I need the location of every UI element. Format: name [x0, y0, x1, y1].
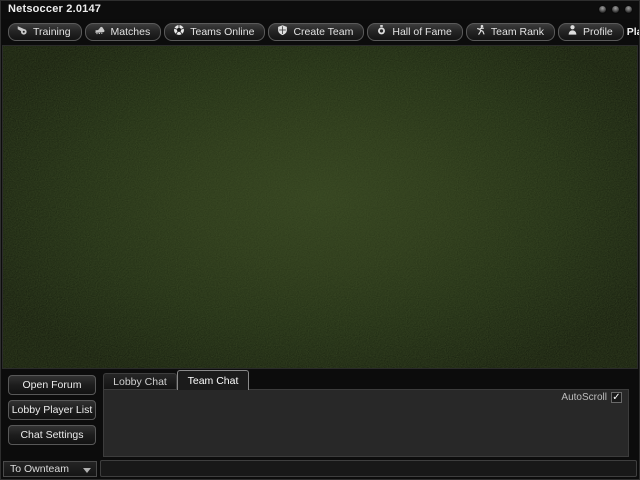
tab-lobby-chat[interactable]: Lobby Chat	[103, 373, 177, 389]
nav-label: Hall of Fame	[392, 26, 452, 38]
chat-message-list	[108, 404, 624, 452]
nav-button-create-team[interactable]: Create Team	[268, 23, 364, 41]
players-online-text: Players Online: 0	[627, 26, 640, 38]
nav-label: Profile	[583, 26, 613, 38]
shield-icon	[277, 24, 288, 39]
title-bar: Netsoccer 2.0147	[0, 0, 640, 19]
toolbar-right-cluster: Players Online: 0	[627, 23, 640, 41]
nav-button-team-rank[interactable]: Team Rank	[466, 23, 555, 41]
chat-message-panel[interactable]: AutoScroll ✓	[103, 389, 629, 457]
nav-label: Training	[33, 26, 71, 38]
send-target-value: To Ownteam	[10, 463, 69, 475]
pitch-background	[2, 45, 638, 369]
boot-icon	[94, 25, 106, 39]
soccer-ball-icon	[173, 24, 185, 39]
nav-button-matches[interactable]: Matches	[85, 23, 162, 41]
autoscroll-control: AutoScroll ✓	[561, 392, 622, 403]
open-forum-button[interactable]: Open Forum	[8, 375, 96, 395]
nav-button-profile[interactable]: Profile	[558, 23, 624, 41]
runner-icon	[475, 24, 486, 39]
chevron-down-icon	[83, 468, 91, 473]
grass-texture	[3, 46, 637, 368]
maximize-button[interactable]	[611, 5, 620, 14]
lobby-player-list-button[interactable]: Lobby Player List	[8, 400, 96, 420]
autoscroll-label: AutoScroll	[561, 392, 607, 403]
nav-button-teams-online[interactable]: Teams Online	[164, 23, 265, 41]
send-target-dropdown[interactable]: To Ownteam	[3, 461, 97, 477]
nav-label: Matches	[111, 26, 151, 38]
nav-label: Create Team	[293, 26, 353, 38]
main-toolbar: Training Matches Teams Online Create Tea…	[0, 19, 640, 44]
players-online-label: Players Online:	[627, 26, 640, 38]
nav-label: Teams Online	[190, 26, 254, 38]
nav-label: Team Rank	[491, 26, 544, 38]
tab-team-chat[interactable]: Team Chat	[177, 370, 249, 390]
minimize-button[interactable]	[598, 5, 607, 14]
whistle-icon	[17, 25, 28, 39]
person-icon	[567, 24, 578, 39]
nav-button-hall-of-fame[interactable]: Hall of Fame	[367, 23, 463, 41]
close-button[interactable]	[624, 5, 633, 14]
app-title: Netsoccer 2.0147	[8, 3, 101, 15]
medal-icon	[376, 24, 387, 39]
chat-message-input[interactable]	[100, 460, 637, 477]
window-controls	[598, 5, 633, 14]
nav-button-training[interactable]: Training	[8, 23, 82, 41]
chat-settings-button[interactable]: Chat Settings	[8, 425, 96, 445]
autoscroll-checkbox[interactable]: ✓	[611, 392, 622, 403]
